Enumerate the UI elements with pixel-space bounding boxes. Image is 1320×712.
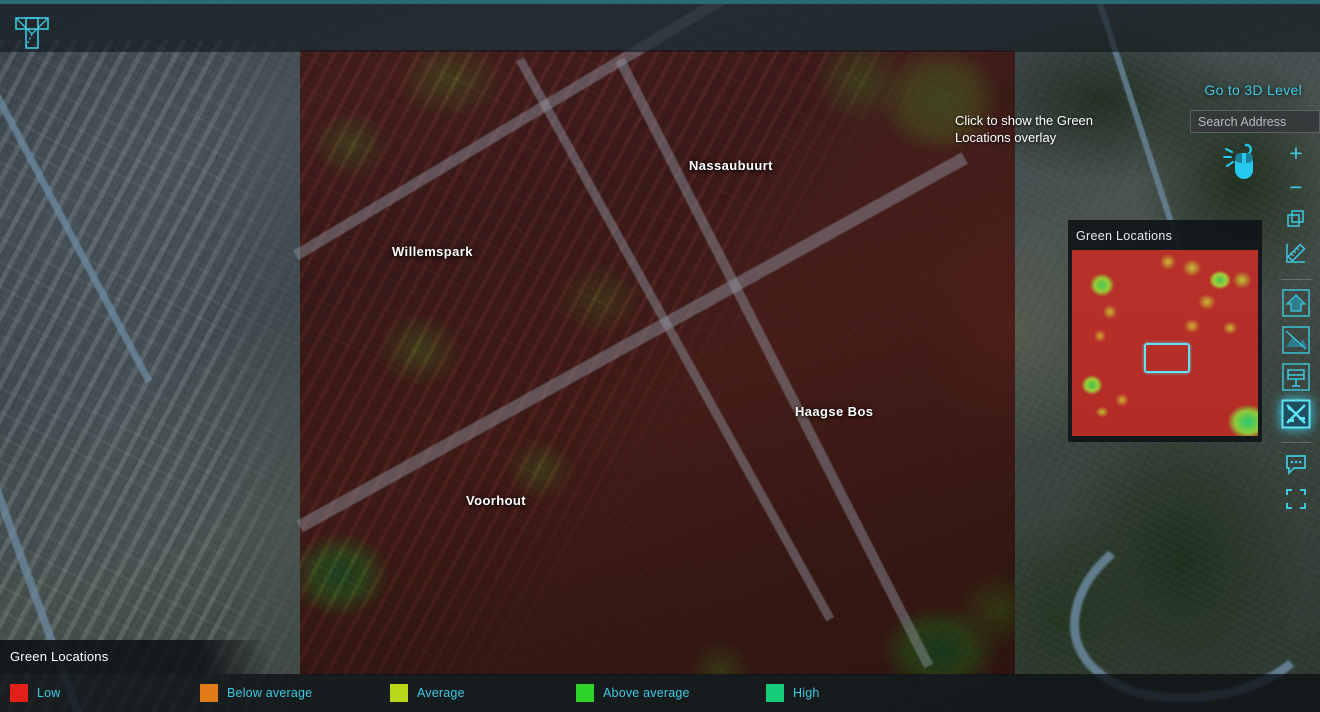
- layers-icon: [1286, 209, 1306, 234]
- legend-label: Average: [417, 686, 465, 700]
- legend-swatch: [576, 684, 594, 702]
- layers-button[interactable]: [1280, 206, 1312, 236]
- terrain-icon: [1281, 325, 1311, 360]
- home-icon: [1281, 288, 1311, 323]
- legend-label: Low: [37, 686, 61, 700]
- legend-label: Above average: [603, 686, 690, 700]
- mouse-click-icon[interactable]: [1222, 142, 1262, 188]
- toolbar-divider: [1281, 442, 1311, 443]
- minimap-heatmap[interactable]: [1072, 250, 1258, 436]
- legend-bar: Low Below average Average Above average High: [0, 674, 1320, 712]
- ruler-icon: [1284, 241, 1308, 270]
- legend-swatch: [766, 684, 784, 702]
- legend-item[interactable]: Below average: [200, 684, 312, 702]
- map-toolbar: + −: [1278, 138, 1314, 516]
- signpost-icon: [1281, 362, 1311, 397]
- toolbar-divider: [1281, 279, 1311, 280]
- t-logo-icon[interactable]: [12, 14, 52, 52]
- legend-item[interactable]: High: [766, 684, 820, 702]
- terrain-button[interactable]: [1280, 326, 1312, 359]
- legend-label: Below average: [227, 686, 313, 700]
- fullscreen-icon: [1285, 488, 1307, 515]
- legend-swatch: [10, 684, 28, 702]
- zoom-in-button[interactable]: +: [1280, 138, 1312, 168]
- go-to-3d-level-link[interactable]: Go to 3D Level: [1204, 82, 1302, 98]
- minus-icon: −: [1289, 173, 1303, 200]
- chat-icon: [1284, 454, 1308, 481]
- feedback-button[interactable]: [1280, 452, 1312, 482]
- green-layer-icon: [1281, 399, 1311, 434]
- legend-swatch: [390, 684, 408, 702]
- fullscreen-button[interactable]: [1280, 486, 1312, 516]
- green-layer-button[interactable]: [1280, 399, 1312, 434]
- home-button[interactable]: [1280, 289, 1312, 322]
- legend-swatch: [200, 684, 218, 702]
- minimap-viewport[interactable]: [1144, 343, 1190, 373]
- legend-item[interactable]: Average: [390, 684, 465, 702]
- legend-item[interactable]: Low: [10, 684, 61, 702]
- minimap-title: Green Locations: [1076, 229, 1173, 243]
- legend-label: High: [793, 686, 820, 700]
- search-input[interactable]: [1190, 110, 1320, 133]
- minimap-panel: Green Locations: [1068, 220, 1262, 442]
- map-viewer-app: Nassaubuurt Willemspark Haagse Bos Voorhout…: [0, 0, 1320, 712]
- app-header: [0, 0, 1320, 52]
- legend-title: Green Locations: [10, 649, 109, 664]
- measure-button[interactable]: [1280, 240, 1312, 270]
- overlay-hint-tooltip: Click to show the Green Locations overla…: [955, 113, 1094, 145]
- annotation-button[interactable]: [1280, 363, 1312, 396]
- zoom-out-button[interactable]: −: [1280, 172, 1312, 202]
- legend-title-container: Green Locations: [0, 640, 270, 674]
- legend-item[interactable]: Above average: [576, 684, 690, 702]
- plus-icon: +: [1289, 139, 1303, 166]
